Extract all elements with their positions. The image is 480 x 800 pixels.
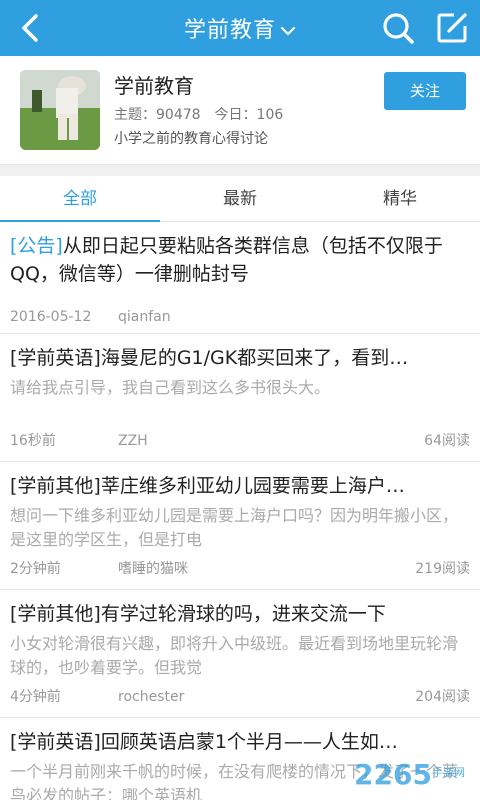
post-time: 2分钟前 bbox=[10, 561, 61, 577]
announcement-tag: [公告] bbox=[10, 235, 63, 257]
post-author: qianfan bbox=[118, 309, 171, 325]
topics-count: 主题：90478 bbox=[114, 107, 201, 123]
chevron-down-icon bbox=[280, 26, 296, 36]
follow-button[interactable]: 关注 bbox=[384, 72, 466, 110]
post-title: [学前其他]莘庄维多利亚幼儿园要需要上海户… bbox=[10, 475, 405, 497]
post-list: [公告]从即日起只要粘贴各类群信息（包括不仅限于QQ，微信等）一律删帖封号 20… bbox=[0, 222, 480, 800]
post-time: 2016-05-12 bbox=[10, 309, 92, 325]
svg-text:2265: 2265 bbox=[354, 758, 432, 791]
svg-text:手游网: 手游网 bbox=[432, 765, 465, 779]
post-snippet: 请给我点引导，我自己看到这么多书很头大。 bbox=[10, 378, 331, 397]
list-item[interactable]: [学前英语]海曼尼的G1/GK都买回来了，看到… 请给我点引导，我自己看到这么多… bbox=[0, 334, 480, 462]
forum-header: 学前教育 主题：90478 今日：106 小学之前的教育心得讨论 关注 bbox=[0, 56, 480, 164]
post-meta: 2016-05-12 qianfan bbox=[10, 300, 470, 334]
post-title: [学前其他]有学过轮滑球的吗，进来交流一下 bbox=[10, 603, 386, 625]
post-title: [公告]从即日起只要粘贴各类群信息（包括不仅限于QQ，微信等）一律删帖封号 bbox=[10, 235, 443, 285]
list-item[interactable]: [公告]从即日起只要粘贴各类群信息（包括不仅限于QQ，微信等）一律删帖封号 20… bbox=[0, 222, 480, 334]
post-title: [学前英语]回顾英语启蒙1个半月——人生如… bbox=[10, 731, 398, 753]
search-icon[interactable] bbox=[380, 10, 416, 46]
post-title: [学前英语]海曼尼的G1/GK都买回来了，看到… bbox=[10, 347, 409, 369]
page-title: 学前教育 bbox=[183, 18, 276, 43]
forum-description: 小学之前的教育心得讨论 bbox=[114, 131, 268, 147]
post-snippet: 想问一下维多利亚幼儿园是需要上海户口吗？因为明年搬小区，是这里的学区生，但是打电 bbox=[10, 506, 459, 549]
post-views: 204阅读 bbox=[415, 689, 470, 705]
list-item[interactable]: [学前其他]莘庄维多利亚幼儿园要需要上海户… 想问一下维多利亚幼儿园是需要上海户… bbox=[0, 462, 480, 590]
tab-featured[interactable]: 精华 bbox=[320, 176, 480, 222]
compose-icon[interactable] bbox=[434, 10, 470, 46]
section-divider bbox=[0, 164, 480, 176]
tab-all[interactable]: 全部 bbox=[0, 176, 160, 223]
post-author: rochester bbox=[118, 689, 185, 705]
top-bar: 学前教育 bbox=[0, 0, 480, 56]
post-meta: 16秒前 ZZH 64阅读 bbox=[10, 424, 470, 458]
post-views: 219阅读 bbox=[415, 561, 470, 577]
site-watermark-logo: 2265 手游网 bbox=[354, 758, 465, 791]
post-time: 4分钟前 bbox=[10, 689, 61, 705]
post-meta: 2分钟前 嗜睡的猫咪 219阅读 bbox=[10, 552, 470, 586]
post-author: ZZH bbox=[118, 433, 148, 449]
tab-latest[interactable]: 最新 bbox=[160, 176, 320, 222]
forum-thumbnail bbox=[20, 70, 100, 150]
forum-name: 学前教育 bbox=[114, 74, 194, 98]
post-views: 64阅读 bbox=[424, 433, 470, 449]
post-author: 嗜睡的猫咪 bbox=[118, 561, 188, 577]
post-snippet: 小女对轮滑很有兴趣，即将升入中级班。最近看到场地里玩轮滑球的，也吵着要学。但我觉 bbox=[10, 634, 459, 677]
tab-bar: 全部 最新 精华 bbox=[0, 176, 480, 223]
post-time: 16秒前 bbox=[10, 433, 56, 449]
today-count: 今日：106 bbox=[214, 107, 284, 123]
forum-stats: 主题：90478 今日：106 bbox=[114, 104, 297, 124]
list-item[interactable]: [学前其他]有学过轮滑球的吗，进来交流一下 小女对轮滑很有兴趣，即将升入中级班。… bbox=[0, 590, 480, 718]
post-meta: 4分钟前 rochester 204阅读 bbox=[10, 680, 470, 714]
